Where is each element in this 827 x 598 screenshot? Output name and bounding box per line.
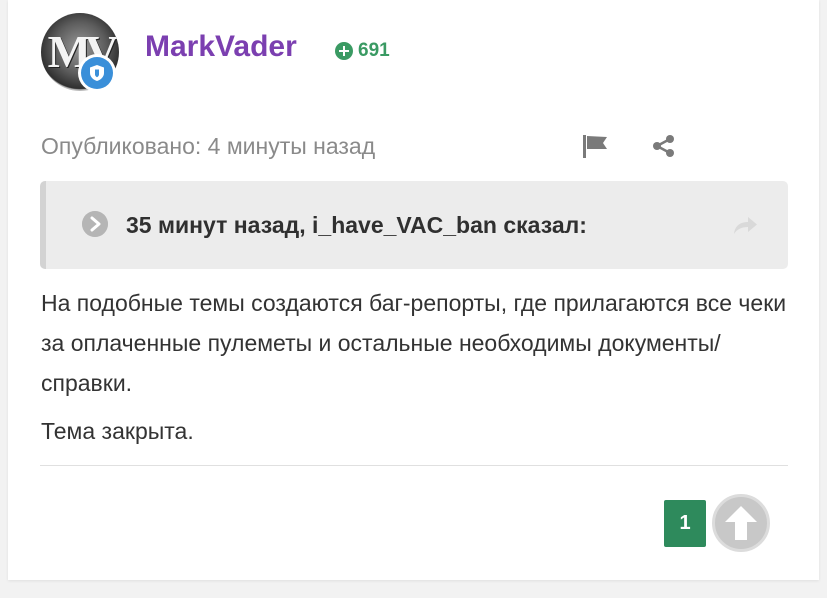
- arrow-up-icon: [725, 506, 757, 540]
- quote-block: 35 минут назад, i_have_VAC_ban сказал:: [40, 181, 788, 269]
- chevron-right-circle-icon[interactable]: [82, 211, 108, 237]
- flag-icon[interactable]: [582, 133, 608, 159]
- reaction-button[interactable]: [712, 494, 770, 552]
- divider: [40, 465, 788, 466]
- quote-header: 35 минут назад, i_have_VAC_ban сказал:: [126, 212, 587, 238]
- member-badge: [78, 54, 116, 92]
- reputation: 691: [335, 40, 390, 62]
- post-timestamp[interactable]: Опубликовано: 4 минуты назад: [41, 133, 375, 160]
- share-icon[interactable]: [652, 134, 676, 158]
- plus-circle-icon: [335, 42, 353, 60]
- shield-icon: [81, 57, 113, 89]
- post-content: На подобные темы создаются баг-репорты, …: [41, 283, 801, 451]
- reputation-value: 691: [358, 40, 390, 61]
- post-paragraph: На подобные темы создаются баг-репорты, …: [41, 290, 787, 396]
- reaction-count[interactable]: 1: [664, 500, 706, 547]
- reply-arrow-icon[interactable]: [732, 214, 758, 236]
- post-paragraph: Тема закрыта.: [41, 418, 194, 444]
- author-username[interactable]: MarkVader: [145, 30, 297, 64]
